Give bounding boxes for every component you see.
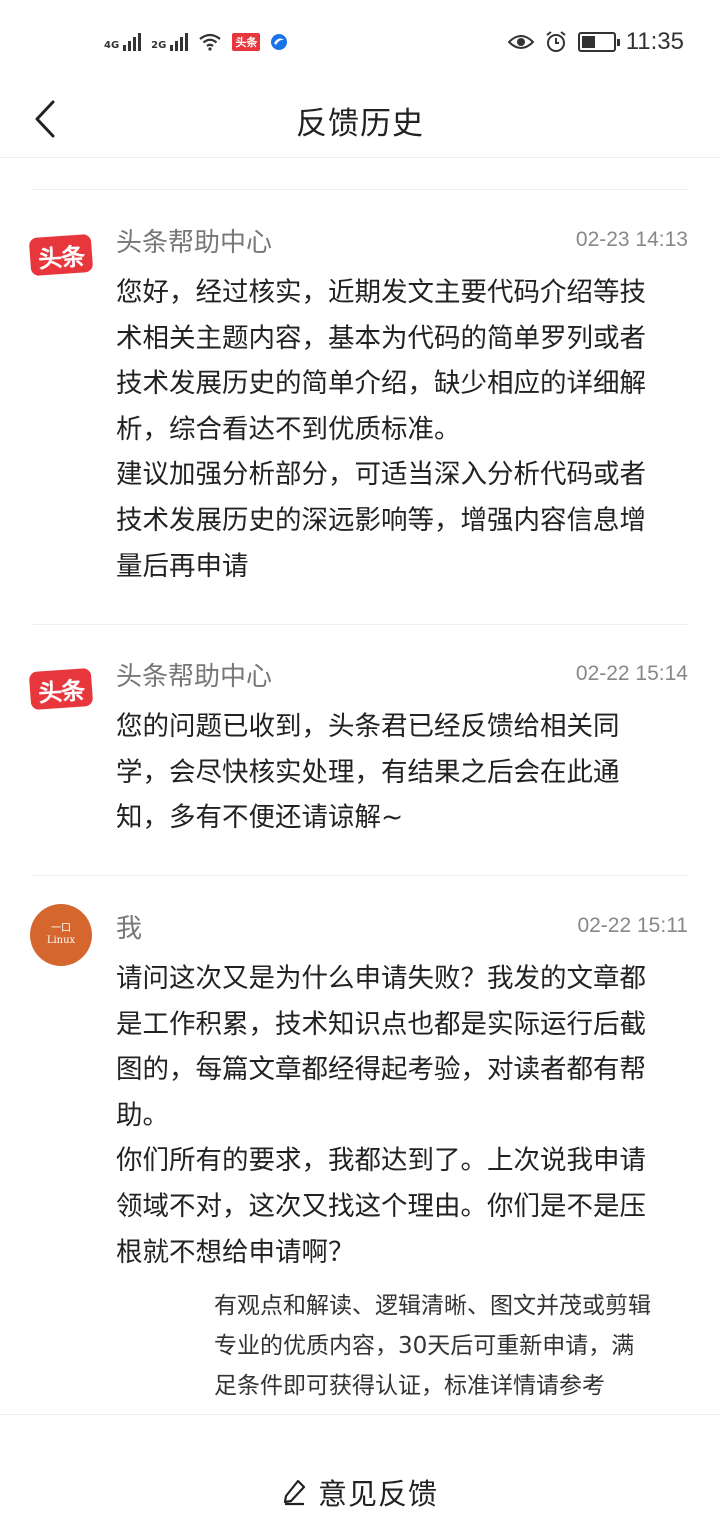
attached-note: 有观点和解读、逻辑清晰、图文并茂或剪辑专业的优质内容，30天后可重新申请，满足条…: [214, 1293, 651, 1399]
message-paragraph: 请问这次又是为什么申请失败？我发的文章都是工作积累，技术知识点也都是实际运行后截…: [116, 963, 646, 1131]
message-time: 02-22 15:14: [575, 662, 688, 685]
message-body: 您的问题已收到，头条君已经反馈给相关同学，会尽快核实处理，有结果之后会在此通知，…: [116, 704, 664, 841]
eye-icon: [507, 35, 534, 49]
feedback-button[interactable]: 意见反馈: [282, 1471, 438, 1513]
back-button[interactable]: [20, 94, 70, 144]
toutiao-avatar[interactable]: 头条: [28, 658, 94, 720]
sim2-label: 2G: [151, 40, 167, 51]
status-time: 11:35: [625, 28, 684, 55]
wifi-icon: [199, 33, 222, 51]
toutiao-notification-icon: 头条: [232, 33, 261, 51]
sender-name: 头条帮助中心: [116, 662, 273, 692]
status-left: 4G 2G 头条: [104, 33, 288, 51]
toutiao-logo-icon: 头条: [28, 667, 94, 711]
status-right: 11:35: [507, 28, 684, 56]
top-divider: [32, 189, 688, 190]
message-time: 02-23 14:13: [575, 228, 688, 251]
divider: [32, 624, 688, 625]
bottom-bar: 意见反馈: [0, 1414, 720, 1540]
message-paragraph: 你们所有的要求，我都达到了。上次说我申请领域不对，这次又找这个理由。你们是不是压…: [116, 1145, 646, 1268]
message-paragraph: 您的问题已收到，头条君已经反馈给相关同学，会尽快核实处理，有结果之后会在此通知，…: [116, 711, 620, 834]
avatar-text: 一口: [51, 923, 71, 934]
pen-icon: [283, 1479, 306, 1506]
feedback-history-list[interactable]: 头条 头条帮助中心 02-23 14:13 您好，经过核实，近期发文主要代码介绍…: [0, 158, 720, 1414]
status-bar: 4G 2G 头条 11:35: [0, 0, 720, 84]
message-time: 02-22 15:11: [577, 914, 688, 937]
chevron-left-icon: [35, 100, 55, 138]
battery-icon: [577, 32, 620, 52]
message-body: 您好，经过核实，近期发文主要代码介绍等技术相关主题内容，基本为代码的简单罗列或者…: [116, 270, 664, 589]
sender-name: 头条帮助中心: [116, 228, 273, 258]
feedback-label: 意见反馈: [317, 1477, 438, 1511]
toutiao-logo-icon: 头条: [28, 233, 94, 277]
signal-sim1-icon: 4G: [104, 33, 142, 51]
message-paragraph: 您好，经过核实，近期发文主要代码介绍等技术相关主题内容，基本为代码的简单罗列或者…: [116, 277, 646, 445]
user-avatar[interactable]: 一口 Linux: [30, 904, 92, 966]
browser-icon: [271, 34, 288, 50]
signal-sim2-icon: 2G: [151, 33, 189, 51]
sender-name: 我: [116, 914, 143, 944]
avatar-text: Linux: [46, 935, 76, 946]
toutiao-avatar[interactable]: 头条: [28, 224, 94, 286]
message-body: 请问这次又是为什么申请失败？我发的文章都是工作积累，技术知识点也都是实际运行后截…: [116, 956, 664, 1275]
sim1-label: 4G: [104, 40, 120, 51]
alarm-icon: [546, 31, 566, 52]
page-title: 反馈历史: [296, 106, 424, 142]
navigation-bar: 反馈历史: [0, 84, 720, 158]
message-paragraph: 建议加强分析部分，可适当深入分析代码或者技术发展历史的深远影响等，增强内容信息增…: [116, 459, 646, 582]
divider: [32, 875, 688, 876]
